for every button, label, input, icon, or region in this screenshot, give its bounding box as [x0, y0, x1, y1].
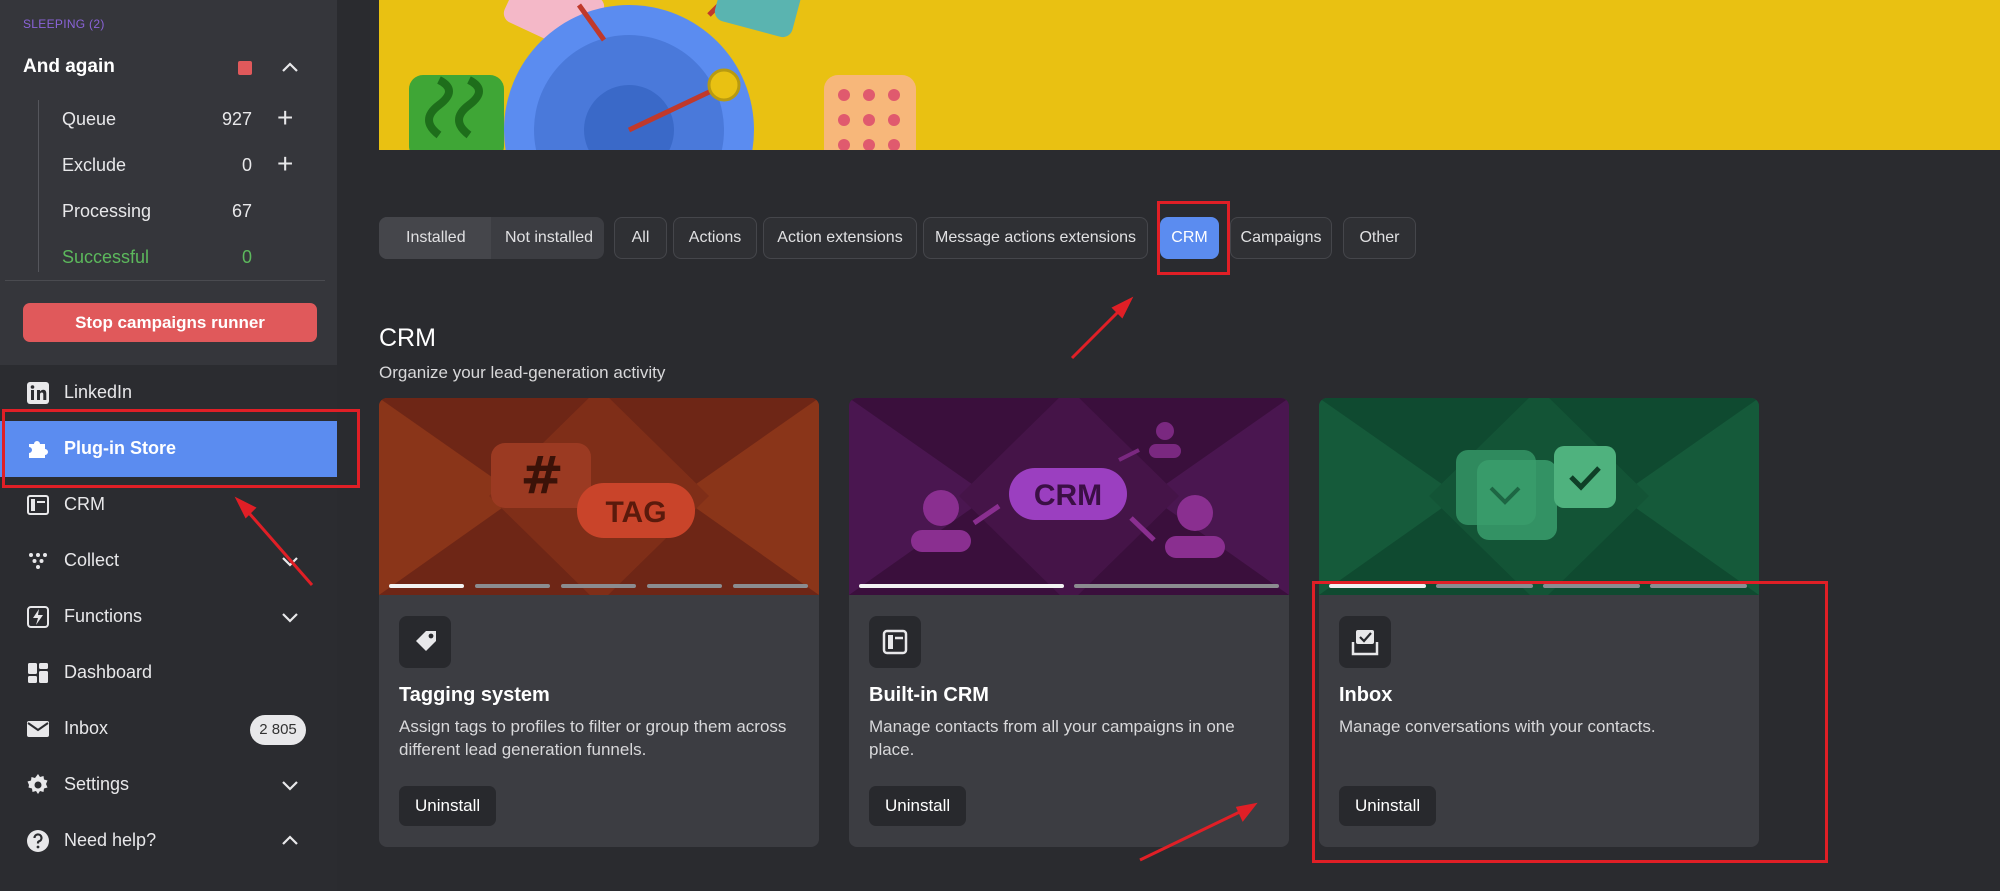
annotation-arrows [234, 296, 1258, 862]
